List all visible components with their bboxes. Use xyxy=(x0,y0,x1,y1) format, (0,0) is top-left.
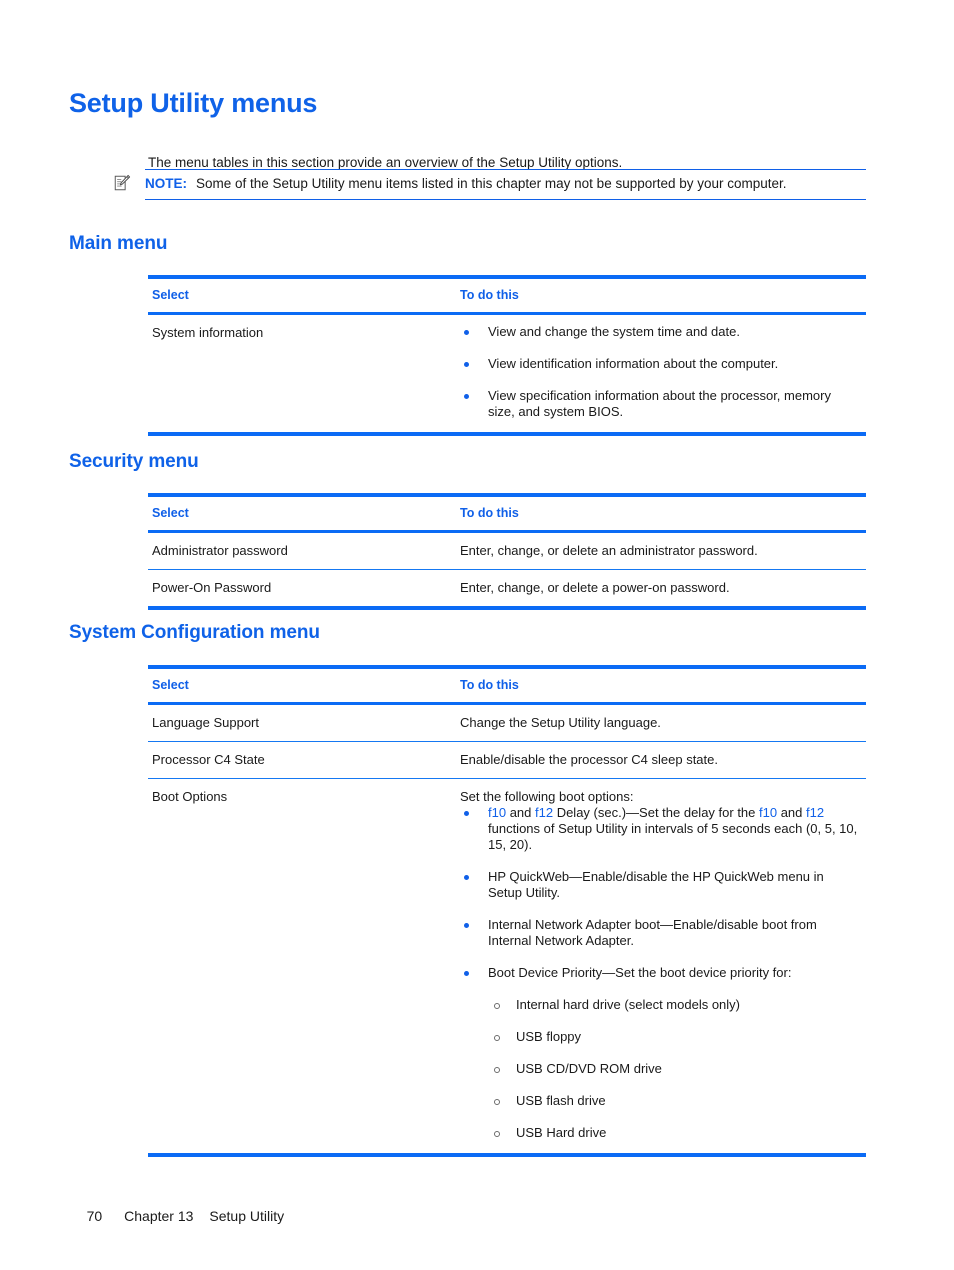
footer-chapter-title: Setup Utility xyxy=(209,1208,285,1224)
table-row: System information View and change the s… xyxy=(148,313,866,436)
table-header-row: Select To do this xyxy=(148,493,866,533)
table-row: Language Support Change the Setup Utilit… xyxy=(148,703,866,742)
list-item: HP QuickWeb—Enable/disable the HP QuickW… xyxy=(460,869,858,901)
column-header-to-do-this: To do this xyxy=(454,665,866,705)
list-item-text: Internal Network Adapter boot—Enable/dis… xyxy=(488,917,817,948)
sub-list-item: USB floppy xyxy=(488,1029,858,1045)
list-item-text: and xyxy=(777,805,807,820)
list-item: View specification information about the… xyxy=(460,388,858,420)
sub-list-item: USB flash drive xyxy=(488,1093,858,1109)
cell-to-do-this: Set the following boot options: f10 and … xyxy=(454,778,866,1157)
section-heading-security-menu: Security menu xyxy=(69,451,199,472)
list-item-text: and xyxy=(506,805,535,820)
column-header-to-do-this: To do this xyxy=(454,493,866,533)
cell-to-do-this: Change the Setup Utility language. xyxy=(454,703,866,742)
list-item-text: HP QuickWeb—Enable/disable the HP QuickW… xyxy=(488,869,824,900)
intro-paragraph: The menu tables in this section provide … xyxy=(148,154,623,170)
footer-page-number: 70 xyxy=(86,1208,103,1224)
note-text: Some of the Setup Utility menu items lis… xyxy=(196,176,787,191)
section-heading-system-configuration-menu: System Configuration menu xyxy=(69,622,320,643)
column-header-select: Select xyxy=(148,493,454,533)
cell-select: Language Support xyxy=(148,703,454,742)
menu-table-main: Select To do this System information Vie… xyxy=(148,275,866,436)
list-item: Boot Device Priority—Set the boot device… xyxy=(460,965,858,1141)
section-security-menu: Security menu Select To do this Administ… xyxy=(69,451,869,610)
list-item: f10 and f12 Delay (sec.)—Set the delay f… xyxy=(460,805,858,853)
document-page: Setup Utility menus The menu tables in t… xyxy=(0,0,954,1270)
note-pencil-icon xyxy=(113,174,131,192)
table-wrap-system-configuration: Select To do this Language Support Chang… xyxy=(148,665,866,1157)
sub-list-item: Internal hard drive (select models only) xyxy=(488,997,858,1013)
xref-link[interactable]: f12 xyxy=(535,805,553,820)
page-footer: 70 Chapter 13 Setup Utility xyxy=(71,1192,285,1240)
note-callout: NOTE: Some of the Setup Utility menu item… xyxy=(112,169,866,200)
sub-list-item: USB CD/DVD ROM drive xyxy=(488,1061,858,1077)
column-header-to-do-this: To do this xyxy=(454,275,866,315)
list-item-text: Delay (sec.)—Set the delay for the xyxy=(553,805,760,820)
xref-link[interactable]: f10 xyxy=(759,805,777,820)
cell-select: System information xyxy=(148,313,454,436)
section-main-menu: Main menu Select To do this System infor… xyxy=(69,233,869,436)
list-item: View and change the system time and date… xyxy=(460,324,858,340)
cell-select: Administrator password xyxy=(148,531,454,570)
cell-lead-text: Set the following boot options: xyxy=(460,789,634,804)
cell-to-do-this: Enter, change, or delete an administrato… xyxy=(454,531,866,570)
table-row: Processor C4 State Enable/disable the pr… xyxy=(148,741,866,779)
menu-table-security: Select To do this Administrator password… xyxy=(148,493,866,610)
note-body: NOTE: Some of the Setup Utility menu item… xyxy=(112,170,866,199)
table-row: Power-On Password Enter, change, or dele… xyxy=(148,569,866,610)
xref-link[interactable]: f12 xyxy=(806,805,824,820)
table-wrap-security-menu: Select To do this Administrator password… xyxy=(148,493,866,610)
list-item-text: Boot Device Priority—Set the boot device… xyxy=(488,965,792,980)
cell-select: Power-On Password xyxy=(148,569,454,610)
table-wrap-main-menu: Select To do this System information Vie… xyxy=(148,275,866,436)
list-item: Internal Network Adapter boot—Enable/dis… xyxy=(460,917,858,949)
column-header-select: Select xyxy=(148,275,454,315)
footer-chapter: Chapter 13 xyxy=(124,1208,194,1224)
column-header-select: Select xyxy=(148,665,454,705)
sub-bullet-list: Internal hard drive (select models only)… xyxy=(488,997,858,1141)
cell-to-do-this: Enter, change, or delete a power-on pass… xyxy=(454,569,866,610)
bullet-list: View and change the system time and date… xyxy=(460,324,858,420)
table-row: Boot Options Set the following boot opti… xyxy=(148,778,866,1157)
table-header-row: Select To do this xyxy=(148,275,866,315)
table-row: Administrator password Enter, change, or… xyxy=(148,531,866,570)
section-system-configuration-menu: System Configuration menu Select To do t… xyxy=(69,622,869,1157)
bullet-list-boot-options: f10 and f12 Delay (sec.)—Set the delay f… xyxy=(460,805,858,1141)
section-heading-main-menu: Main menu xyxy=(69,233,168,254)
note-bottom-rule xyxy=(145,199,866,200)
page-title: Setup Utility menus xyxy=(69,88,318,118)
list-item: View identification information about th… xyxy=(460,356,858,372)
sub-list-item: USB Hard drive xyxy=(488,1125,858,1141)
xref-link[interactable]: f10 xyxy=(488,805,506,820)
list-item-text: functions of Setup Utility in intervals … xyxy=(488,821,858,852)
menu-table-system-configuration: Select To do this Language Support Chang… xyxy=(148,665,866,1157)
cell-to-do-this: Enable/disable the processor C4 sleep st… xyxy=(454,741,866,779)
cell-select: Boot Options xyxy=(148,778,454,1157)
cell-select: Processor C4 State xyxy=(148,741,454,779)
cell-to-do-this: View and change the system time and date… xyxy=(454,313,866,436)
table-header-row: Select To do this xyxy=(148,665,866,705)
note-label: NOTE: xyxy=(145,176,187,191)
